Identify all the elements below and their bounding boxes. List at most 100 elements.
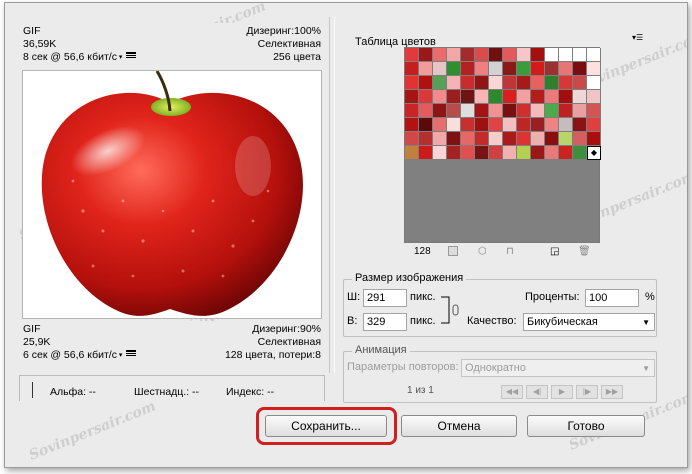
color-swatch[interactable]: [447, 146, 461, 160]
color-swatch[interactable]: [489, 146, 503, 160]
color-swatch[interactable]: [531, 48, 545, 62]
color-swatch[interactable]: [545, 132, 559, 146]
prev-frame-button[interactable]: ◀|: [526, 385, 548, 399]
color-swatch[interactable]: [545, 48, 559, 62]
color-swatch[interactable]: [461, 104, 475, 118]
color-swatch[interactable]: [433, 104, 447, 118]
color-swatch[interactable]: [573, 62, 587, 76]
web-snap-icon[interactable]: ⬡: [478, 246, 487, 257]
color-swatch[interactable]: [559, 76, 573, 90]
trash-icon[interactable]: 🗑: [578, 246, 591, 257]
color-swatch[interactable]: [573, 104, 587, 118]
color-swatch[interactable]: [545, 104, 559, 118]
play-button[interactable]: ▶: [551, 385, 573, 399]
color-swatch[interactable]: [475, 48, 489, 62]
color-swatch[interactable]: [489, 118, 503, 132]
color-swatch[interactable]: [517, 62, 531, 76]
color-swatch[interactable]: [447, 132, 461, 146]
color-swatch[interactable]: [447, 76, 461, 90]
color-swatch[interactable]: [587, 76, 601, 90]
color-swatch[interactable]: [559, 62, 573, 76]
color-swatch[interactable]: [405, 76, 419, 90]
color-swatch[interactable]: [433, 62, 447, 76]
color-swatch[interactable]: [545, 90, 559, 104]
color-swatch[interactable]: [559, 90, 573, 104]
color-swatch[interactable]: [489, 132, 503, 146]
width-input[interactable]: 291: [363, 289, 407, 307]
color-swatch[interactable]: [433, 146, 447, 160]
color-table-menu-icon[interactable]: ▾☰: [632, 33, 643, 42]
color-swatch[interactable]: [405, 146, 419, 160]
color-swatch[interactable]: [517, 48, 531, 62]
color-swatch[interactable]: [503, 118, 517, 132]
color-swatch[interactable]: [405, 104, 419, 118]
color-swatch[interactable]: [559, 146, 573, 160]
list-menu-icon[interactable]: [126, 52, 137, 61]
color-swatch[interactable]: [475, 62, 489, 76]
quality-select[interactable]: Бикубическая ▼: [523, 313, 655, 331]
color-swatch[interactable]: [573, 118, 587, 132]
color-swatch[interactable]: [559, 104, 573, 118]
color-swatch[interactable]: [559, 118, 573, 132]
color-swatch[interactable]: [587, 48, 601, 62]
save-button[interactable]: Сохранить...: [265, 415, 387, 437]
color-swatch[interactable]: [531, 146, 545, 160]
color-swatch[interactable]: [475, 76, 489, 90]
image-preview[interactable]: [22, 70, 322, 319]
color-swatch[interactable]: [461, 90, 475, 104]
next-frame-button[interactable]: |▶: [576, 385, 598, 399]
color-swatch[interactable]: [517, 118, 531, 132]
color-swatch[interactable]: [517, 76, 531, 90]
color-swatch[interactable]: [587, 104, 601, 118]
time-menu-icon[interactable]: ▾: [117, 352, 123, 359]
color-swatch[interactable]: [517, 90, 531, 104]
color-swatch[interactable]: [573, 90, 587, 104]
color-swatch[interactable]: [503, 104, 517, 118]
done-button[interactable]: Готово: [527, 415, 645, 437]
color-swatch[interactable]: [433, 118, 447, 132]
color-swatch[interactable]: [489, 48, 503, 62]
color-swatch[interactable]: [405, 118, 419, 132]
color-swatch[interactable]: [531, 104, 545, 118]
color-swatch[interactable]: [587, 118, 601, 132]
color-swatch[interactable]: [461, 132, 475, 146]
color-swatch[interactable]: [419, 76, 433, 90]
color-swatch[interactable]: [531, 90, 545, 104]
color-swatch[interactable]: [531, 132, 545, 146]
color-swatch[interactable]: [461, 62, 475, 76]
color-swatch[interactable]: [461, 146, 475, 160]
color-swatch[interactable]: [503, 62, 517, 76]
first-frame-button[interactable]: ◀◀: [501, 385, 523, 399]
color-swatch[interactable]: [503, 48, 517, 62]
list-menu-icon[interactable]: [126, 350, 137, 359]
repeat-select[interactable]: Однократно ▼: [461, 359, 655, 377]
color-swatch[interactable]: [433, 48, 447, 62]
color-swatch[interactable]: [475, 104, 489, 118]
color-swatch[interactable]: [517, 104, 531, 118]
color-swatch[interactable]: [489, 90, 503, 104]
cancel-button[interactable]: Отмена: [401, 415, 517, 437]
lock-icon[interactable]: ⊓: [506, 246, 514, 257]
color-swatch[interactable]: [461, 48, 475, 62]
constrain-link-icon[interactable]: [441, 291, 463, 329]
color-swatch[interactable]: [531, 76, 545, 90]
color-swatch[interactable]: [475, 132, 489, 146]
color-swatch[interactable]: [419, 62, 433, 76]
color-swatch[interactable]: [405, 132, 419, 146]
color-swatch[interactable]: [433, 132, 447, 146]
color-swatch[interactable]: [587, 62, 601, 76]
color-swatch[interactable]: [587, 90, 601, 104]
color-swatch[interactable]: [545, 76, 559, 90]
map-color-icon[interactable]: [448, 246, 458, 256]
color-swatch[interactable]: [419, 48, 433, 62]
color-swatch[interactable]: [475, 146, 489, 160]
color-swatch[interactable]: [503, 76, 517, 90]
color-swatch[interactable]: [405, 48, 419, 62]
color-swatch[interactable]: [545, 118, 559, 132]
color-swatch[interactable]: [419, 132, 433, 146]
color-swatch[interactable]: [545, 146, 559, 160]
color-swatch[interactable]: [573, 132, 587, 146]
color-table[interactable]: ◆: [404, 47, 601, 243]
color-swatch[interactable]: [461, 76, 475, 90]
color-swatch[interactable]: [573, 48, 587, 62]
